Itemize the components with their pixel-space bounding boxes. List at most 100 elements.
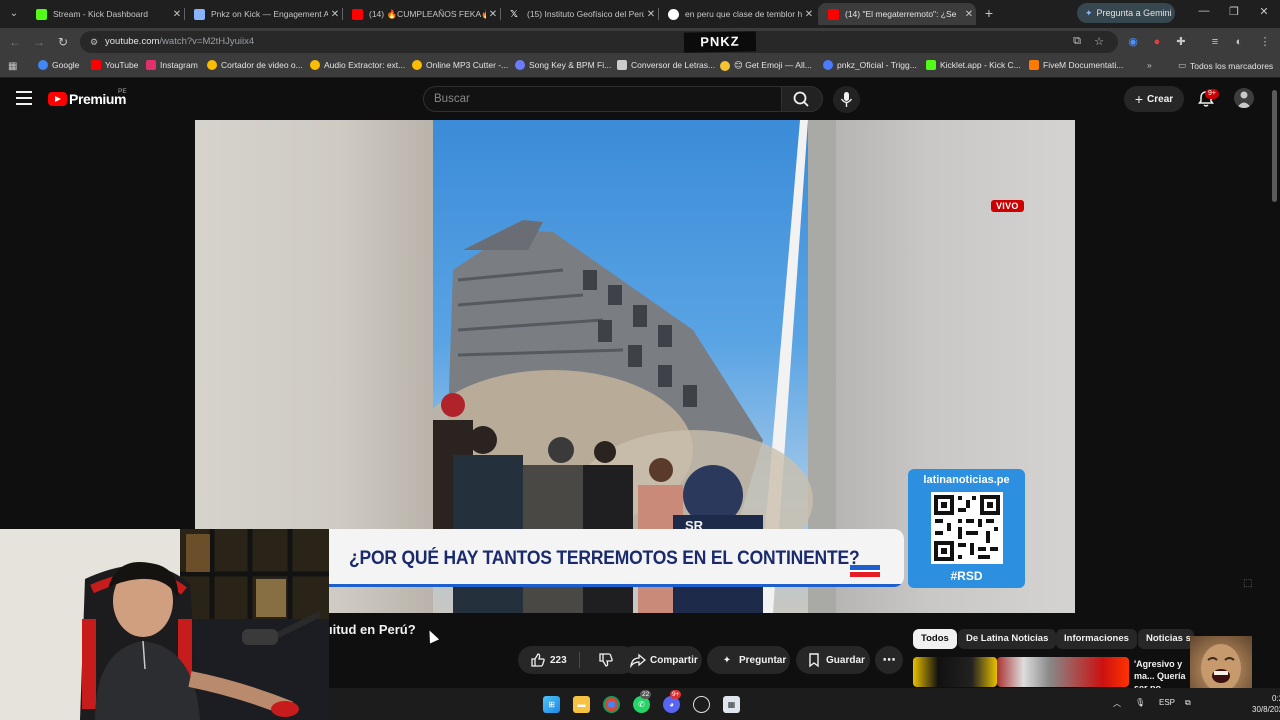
page-scrollbar[interactable] (1272, 90, 1277, 202)
chip-informaciones[interactable]: Informaciones (1056, 629, 1137, 649)
bookmark-item[interactable]: Conversor de Letras... (617, 60, 715, 70)
chip-latina-noticias[interactable]: De Latina Noticias (958, 629, 1057, 649)
tab-search-chevron-icon[interactable]: ⌄ (6, 6, 22, 22)
like-button[interactable]: 223 (530, 652, 582, 668)
apps-grid-icon[interactable]: ▦ (8, 61, 17, 72)
tab-google-search[interactable]: en peru que clase de temblor hubo ✕ (658, 3, 816, 25)
create-label: Crear (1147, 93, 1174, 105)
obs-icon[interactable] (693, 696, 710, 713)
bookmark-item[interactable]: Kicklet.app - Kick C... (926, 60, 1021, 70)
recommended-thumbnail[interactable] (913, 657, 997, 687)
microphone-icon (840, 92, 853, 107)
windows-start-icon[interactable]: ⊞ (543, 696, 560, 713)
tray-network-icon[interactable]: ⧉ (1185, 698, 1191, 708)
share-button[interactable]: Compartir (620, 646, 702, 674)
youtube-favicon-icon (828, 8, 839, 20)
close-tab-icon[interactable]: ✕ (802, 9, 816, 20)
tab-megaterremoto[interactable]: (14) "El megaterremoto": ¿Se ✕ (818, 3, 976, 25)
extension-audio-icon[interactable]: ◉ (1124, 33, 1142, 51)
language-indicator[interactable]: ESP (1159, 698, 1175, 707)
close-window-icon[interactable]: ✕ (1256, 5, 1272, 18)
profile-icon[interactable]: ◐ (1230, 33, 1248, 51)
google-favicon-icon (668, 8, 679, 20)
tab-title: Stream - Kick Dashboard (53, 9, 148, 19)
more-dots-icon: ⋯ (882, 652, 896, 667)
share-label: Compartir (650, 654, 698, 666)
tab-kick-dashboard[interactable]: Stream - Kick Dashboard ✕ (26, 3, 184, 25)
close-tab-icon[interactable]: ✕ (962, 9, 976, 20)
close-tab-icon[interactable]: ✕ (170, 9, 184, 20)
bookmark-item[interactable]: YouTube (91, 60, 138, 70)
search-button[interactable] (781, 86, 823, 112)
bookmark-label: Online MP3 Cutter -... (426, 60, 509, 70)
tray-mic-icon[interactable]: 🎙 (1135, 698, 1145, 707)
chip-noticias[interactable]: Noticias so (1138, 629, 1194, 649)
address-bar[interactable]: ⚙ youtube.com/watch?v=M2tHJyuiix4 PNKZ ⧉… (80, 31, 1118, 53)
back-arrow-icon[interactable]: ← (6, 33, 24, 51)
ask-label: Preguntar (739, 654, 787, 666)
bookmark-item[interactable]: Song Key & BPM Fi... (515, 60, 611, 70)
all-bookmarks-folder[interactable]: ▭ Todos los marcadores (1178, 60, 1273, 71)
save-button[interactable]: Guardar (796, 646, 870, 674)
tray-overflow-icon[interactable]: ︿ (1113, 698, 1121, 709)
minimize-icon[interactable]: — (1196, 5, 1212, 17)
bookmark-item[interactable]: Google (38, 60, 79, 70)
system-clock[interactable]: 0:22 30/8/2026 (1252, 693, 1280, 715)
youtube-premium-logo[interactable]: Premium PE (48, 88, 127, 107)
forward-arrow-icon[interactable]: → (30, 33, 48, 51)
reload-icon[interactable]: ↻ (54, 33, 72, 51)
extension-record-icon[interactable]: ● (1148, 33, 1166, 51)
tab-kick-analytics[interactable]: Pnkz on Kick — Engagement Analytics ✕ (184, 3, 342, 25)
create-button[interactable]: + Crear (1124, 86, 1184, 112)
bookmark-star-icon[interactable]: ☆ (1092, 35, 1106, 48)
close-tab-icon[interactable]: ✕ (486, 9, 500, 20)
bookmark-item[interactable]: FiveM Documentati... (1029, 60, 1123, 70)
tab-instituto-geofisico[interactable]: 𝕏 (15) Instituto Geofísico del Perú ✕ (500, 3, 658, 25)
url-host: youtube.com (105, 36, 160, 47)
bookmarks-bar: ▦ Google YouTube Instagram Cortador de v… (0, 56, 1280, 78)
bookmark-label: Instagram (160, 60, 198, 70)
stream-logo-overlay: PNKZ (683, 31, 757, 53)
chrome-menu-icon[interactable]: ⋮ (1256, 33, 1274, 51)
tab-cumpleanos[interactable]: (14) 🔥CUMPLEAÑOS FEKA🔥 ✕ (342, 3, 500, 25)
bookmark-save-icon (809, 653, 819, 668)
bookmarks-overflow-icon[interactable]: » (1147, 60, 1152, 70)
gemini-button[interactable]: ✦ Pregunta a Gemini (1077, 3, 1175, 23)
extensions-puzzle-icon[interactable]: ✚ (1172, 33, 1190, 51)
bookmark-item[interactable]: Audio Extractor: ext... (310, 60, 405, 70)
dislike-button[interactable] (598, 652, 614, 668)
new-tab-plus-icon[interactable]: + (980, 4, 998, 22)
media-controls-icon[interactable]: ≡ (1206, 33, 1224, 51)
file-explorer-icon[interactable]: ▬ (573, 696, 590, 713)
calculator-icon[interactable]: ▦ (723, 696, 740, 713)
recommended-thumbnail[interactable] (997, 657, 1129, 687)
chip-todos[interactable]: Todos (913, 629, 957, 649)
bookmark-item[interactable]: Cortador de video o... (207, 60, 303, 70)
streamer-webcam-image (0, 529, 329, 720)
close-tab-icon[interactable]: ✕ (644, 9, 658, 20)
avatar[interactable] (1234, 88, 1254, 108)
site-info-icon[interactable]: ⚙ (88, 36, 100, 48)
bookmark-item[interactable]: Instagram (146, 60, 198, 70)
folder-icon: ▭ (1178, 60, 1187, 70)
voice-search-button[interactable] (833, 86, 860, 113)
region-code: PE (118, 88, 127, 95)
bookmark-item[interactable]: 😊 Get Emoji — All... (720, 60, 812, 71)
thumbs-down-icon (599, 653, 613, 667)
emoji-icon (720, 60, 730, 71)
bookmark-item[interactable]: Online MP3 Cutter -... (412, 60, 508, 70)
site-icon (207, 60, 217, 70)
ask-button[interactable]: ✦ Preguntar (707, 646, 790, 674)
url-text[interactable]: youtube.com/watch?v=M2tHJyuiix4 (105, 36, 254, 47)
bookmark-item[interactable]: pnkz_Oficial - Trigg... (823, 60, 917, 70)
install-app-icon[interactable]: ⧉ (1070, 35, 1084, 48)
qr-code-icon (931, 492, 1003, 564)
chrome-icon[interactable] (603, 696, 620, 713)
hamburger-menu-icon[interactable] (16, 91, 32, 105)
site-icon (823, 60, 833, 70)
more-actions-button[interactable]: ⋯ (875, 646, 903, 674)
close-tab-icon[interactable]: ✕ (328, 9, 342, 20)
search-input[interactable] (424, 87, 781, 111)
restore-icon[interactable]: ❐ (1226, 5, 1242, 18)
news-headline: ¿POR QUÉ HAY TANTOS TERREMOTOS EN EL CON… (349, 548, 860, 569)
